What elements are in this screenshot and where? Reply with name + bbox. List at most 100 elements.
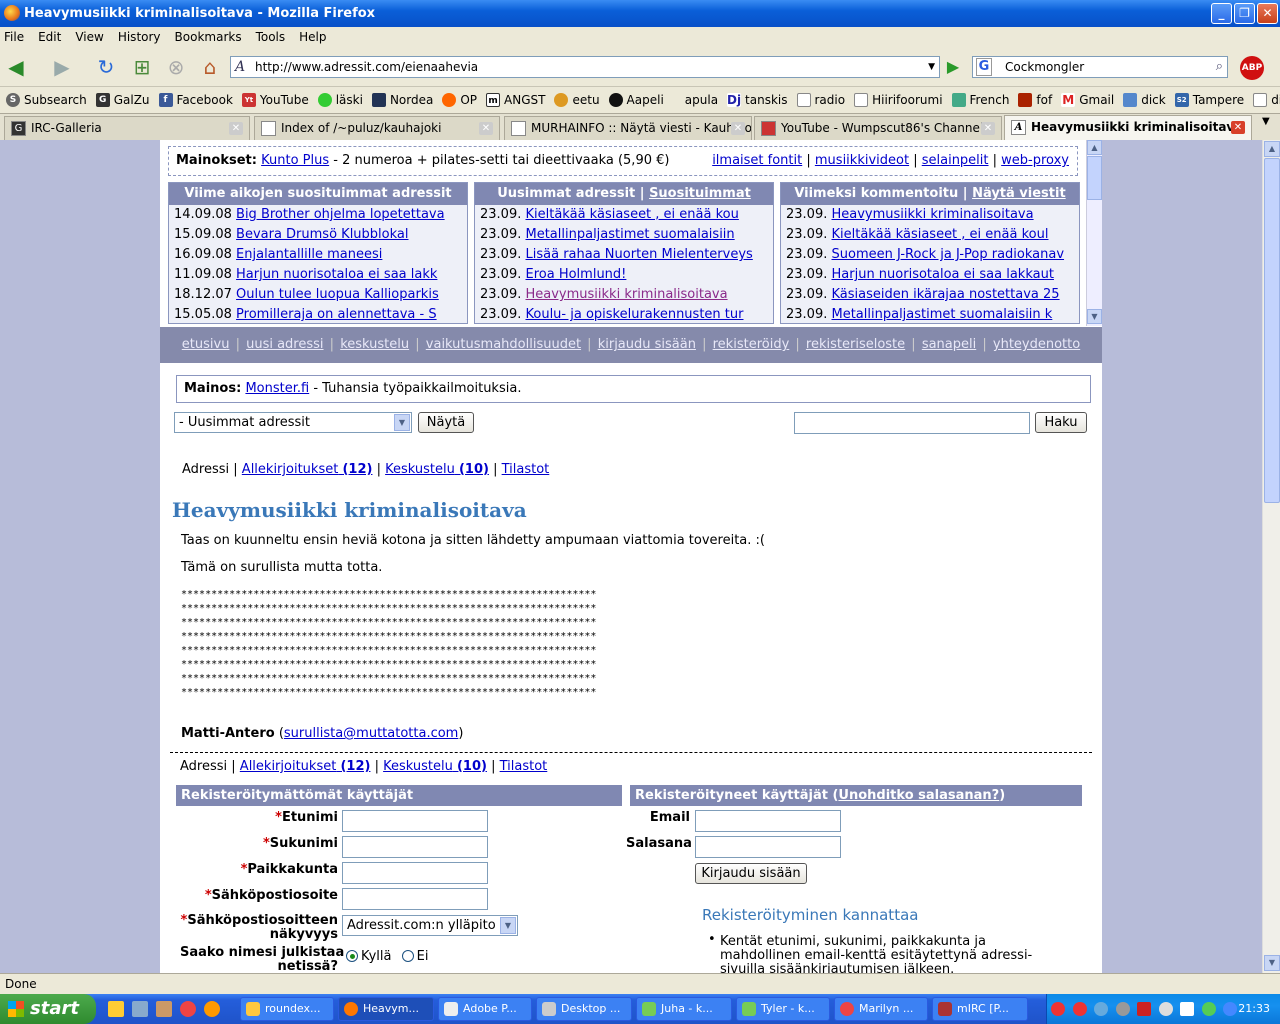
ad-link-kunto-plus[interactable]: Kunto Plus <box>261 153 329 168</box>
nav-kirjaudu[interactable]: kirjaudu sisään <box>598 337 696 352</box>
bookmark-item[interactable]: apula <box>685 93 718 107</box>
scroll-up-icon[interactable]: ▲ <box>1264 141 1280 157</box>
search-button[interactable]: Haku <box>1035 412 1087 433</box>
taskbar-item[interactable]: Marilyn ... <box>834 997 928 1021</box>
tray-icon[interactable] <box>1223 1002 1237 1016</box>
bookmark-item[interactable]: dick2 <box>1253 93 1280 107</box>
petition-list-select[interactable]: - Uusimmat adressit ▼ <box>174 412 412 433</box>
bookmark-item[interactable]: M Gmail <box>1061 93 1114 107</box>
login-password-field[interactable] <box>695 836 841 858</box>
nav-rekisteroidy[interactable]: rekisteröidy <box>713 337 790 352</box>
nav-yhteydenotto[interactable]: yhteydenotto <box>993 337 1080 352</box>
bookmark-item[interactable]: dick <box>1123 93 1166 107</box>
go-arrow-icon[interactable]: ▶ <box>942 56 964 78</box>
paikkakunta-field[interactable] <box>342 862 488 884</box>
bookmark-item[interactable]: Hiirifoorumi <box>854 93 943 107</box>
bookmark-item[interactable]: French <box>951 93 1009 107</box>
author-email-link[interactable]: surullista@muttatotta.com <box>284 726 458 741</box>
bookmark-item[interactable]: OP <box>442 93 477 107</box>
login-button[interactable]: Kirjaudu sisään <box>695 863 807 884</box>
tray-icon[interactable] <box>1137 1002 1151 1016</box>
tab-murhainfo[interactable]: MURHAINFO :: Näytä viesti - Kauhajo... ✕ <box>504 116 752 140</box>
tray-icon[interactable] <box>1201 1002 1216 1016</box>
menu-file[interactable]: File <box>4 30 24 44</box>
taskbar-item[interactable]: Adobe P... <box>438 997 532 1021</box>
link-musiikkivideot[interactable]: musiikkivideot <box>815 153 909 168</box>
home-icon[interactable]: ⌂ <box>198 55 222 79</box>
taskbar-item[interactable]: mIRC [P... <box>932 997 1028 1021</box>
reload-icon[interactable]: ↻ <box>94 55 118 79</box>
bookmark-item[interactable]: Dj tanskis <box>727 93 788 107</box>
page-scrollbar[interactable]: ▲ ▼ <box>1262 140 1280 973</box>
ad-link-monster[interactable]: Monster.fi <box>245 381 309 396</box>
bookmark-item[interactable]: S2 Tampere <box>1174 93 1244 107</box>
quicklaunch-icon[interactable] <box>108 1001 124 1017</box>
close-button[interactable]: ✕ <box>1257 3 1278 24</box>
scroll-down-icon[interactable]: ▼ <box>1264 955 1280 971</box>
scroll-down-icon[interactable]: ▼ <box>1087 309 1102 324</box>
login-email-field[interactable] <box>695 810 841 832</box>
forgot-password-link[interactable]: Unohditko salasanan? <box>838 788 999 803</box>
quicklaunch-icon[interactable] <box>180 1001 196 1017</box>
adblock-icon[interactable]: ABP <box>1240 56 1264 80</box>
bookmark-item[interactable]: läski <box>317 93 363 107</box>
link-suosituimmat[interactable]: Suosituimmat <box>649 186 751 201</box>
back-arrow-icon[interactable]: ◀ <box>4 55 28 79</box>
forward-arrow-icon[interactable]: ▶ <box>50 55 74 79</box>
menu-history[interactable]: History <box>118 30 161 44</box>
bookmark-item[interactable]: Yt YouTube <box>241 93 309 107</box>
email-field[interactable] <box>342 888 488 910</box>
tray-icon[interactable] <box>1158 1002 1173 1016</box>
stop-icon[interactable]: ⊗ <box>164 55 188 79</box>
menu-tools[interactable]: Tools <box>256 30 286 44</box>
chevron-down-icon[interactable]: ▼ <box>500 917 516 934</box>
site-search-input[interactable] <box>794 412 1030 434</box>
chevron-down-icon[interactable]: ▼ <box>394 414 410 431</box>
link-allekirjoitukset[interactable]: Allekirjoitukset (12) <box>240 759 371 774</box>
search-bar[interactable]: G Cockmongler ⌕ <box>972 56 1228 78</box>
menu-bookmarks[interactable]: Bookmarks <box>175 30 242 44</box>
tab-heavymusiikki[interactable]: A Heavymusiikki kriminalisoitava ✕ <box>1004 115 1252 141</box>
tab-close-icon[interactable]: ✕ <box>229 122 243 135</box>
tray-icon[interactable] <box>1094 1002 1108 1016</box>
nav-rekisteriseloste[interactable]: rekisteriseloste <box>806 337 905 352</box>
tab-close-icon[interactable]: ✕ <box>479 122 493 135</box>
new-tab-icon[interactable]: ⊞ <box>130 55 154 79</box>
link-selainpelit[interactable]: selainpelit <box>922 153 989 168</box>
nav-uusi-adressi[interactable]: uusi adressi <box>246 337 323 352</box>
taskbar-item[interactable]: Desktop ... <box>536 997 632 1021</box>
bookmark-item[interactable]: G GalZu <box>95 93 150 107</box>
bookmark-item[interactable]: S Subsearch <box>6 93 87 107</box>
taskbar-item[interactable]: roundex... <box>240 997 334 1021</box>
tab-close-icon[interactable]: ✕ <box>1231 121 1245 134</box>
link-keskustelu[interactable]: Keskustelu (10) <box>385 462 489 477</box>
tab-close-icon[interactable]: ✕ <box>981 122 995 135</box>
bookmark-item[interactable]: f Facebook <box>158 93 233 107</box>
nav-etusivu[interactable]: etusivu <box>182 337 230 352</box>
search-engine-icon[interactable]: G <box>976 58 992 76</box>
start-button[interactable]: start <box>0 994 96 1024</box>
scroll-up-icon[interactable]: ▲ <box>1087 140 1102 155</box>
bookmark-item[interactable]: eetu <box>554 93 600 107</box>
url-dropdown-icon[interactable]: ▼ <box>928 57 935 77</box>
nav-keskustelu[interactable]: keskustelu <box>340 337 409 352</box>
nav-sanapeli[interactable]: sanapeli <box>922 337 976 352</box>
link-tilastot[interactable]: Tilastot <box>502 462 550 477</box>
quicklaunch-icon[interactable] <box>132 1001 148 1017</box>
link-web-proxy[interactable]: web-proxy <box>1001 153 1069 168</box>
maximize-button[interactable]: ❐ <box>1234 3 1255 24</box>
sukunimi-field[interactable] <box>342 836 488 858</box>
menu-help[interactable]: Help <box>299 30 326 44</box>
nav-vaikutusmahdollisuudet[interactable]: vaikutusmahdollisuudet <box>426 337 581 352</box>
menu-edit[interactable]: Edit <box>38 30 61 44</box>
tab-list-dropdown-icon[interactable]: ▼ <box>1262 116 1270 127</box>
link-tilastot[interactable]: Tilastot <box>500 759 548 774</box>
bookmark-item[interactable]: m ANGST <box>486 93 545 107</box>
tray-icon[interactable] <box>1180 1002 1194 1016</box>
scroll-thumb[interactable] <box>1264 158 1280 503</box>
bookmark-item[interactable]: radio <box>796 93 845 107</box>
link-keskustelu[interactable]: Keskustelu (10) <box>383 759 487 774</box>
link-allekirjoitukset[interactable]: Allekirjoitukset (12) <box>242 462 373 477</box>
address-bar[interactable]: A http://www.adressit.com/eienaahevia ▼ <box>230 56 940 78</box>
scroll-thumb[interactable] <box>1087 156 1102 200</box>
